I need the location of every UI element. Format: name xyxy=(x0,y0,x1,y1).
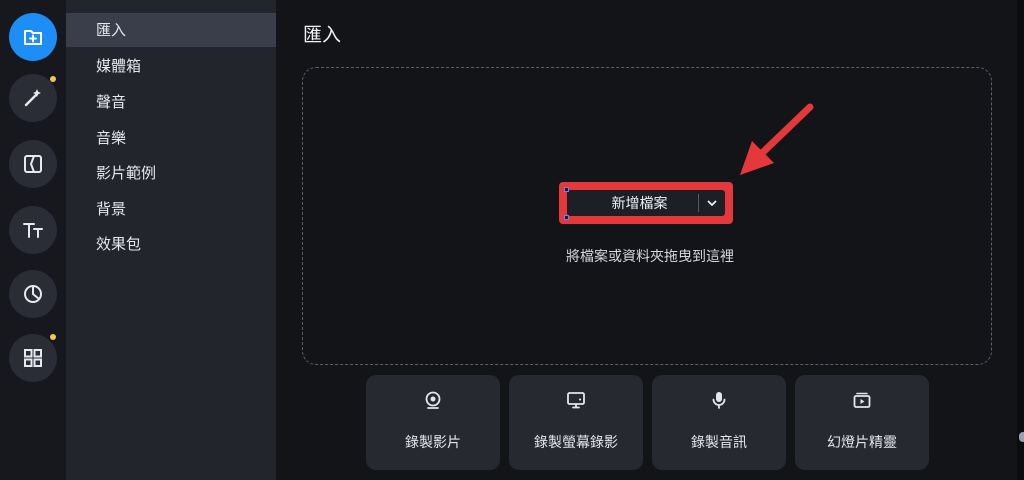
sticker-icon xyxy=(24,285,42,303)
import-icon xyxy=(24,30,42,45)
page-title: 匯入 xyxy=(303,24,342,46)
category-media-bin[interactable]: 媒體箱 xyxy=(66,49,276,83)
slideshow-wizard-label: 幻燈片精靈 xyxy=(827,435,897,451)
red-arrow-annotation xyxy=(740,103,814,175)
rail-effects-button[interactable] xyxy=(9,74,57,122)
transition-icon xyxy=(24,155,42,173)
text-icon xyxy=(23,223,43,238)
slideshow-icon xyxy=(853,392,871,408)
magic-wand-icon xyxy=(24,89,41,107)
selection-handle xyxy=(564,215,569,220)
add-file-highlight: 新增檔案 xyxy=(559,182,733,224)
record-screen-label: 錄製螢幕錄影 xyxy=(534,435,618,451)
window-edge xyxy=(1017,0,1024,480)
add-file-button[interactable]: 新增檔案 xyxy=(567,190,725,216)
new-badge xyxy=(50,334,56,340)
category-panel: 匯入 媒體箱 聲音 音樂 影片範例 背景 效果包 xyxy=(66,0,276,480)
category-backgrounds[interactable]: 背景 xyxy=(66,192,276,226)
tool-rail xyxy=(0,0,66,480)
category-video-samples[interactable]: 影片範例 xyxy=(66,156,276,190)
rail-import-button[interactable] xyxy=(9,13,57,61)
selection-handle xyxy=(564,187,569,192)
record-video-label: 錄製影片 xyxy=(405,435,461,451)
slideshow-wizard-button[interactable]: 幻燈片精靈 xyxy=(795,375,929,470)
rail-stickers-button[interactable] xyxy=(9,270,57,318)
category-music[interactable]: 音樂 xyxy=(66,121,276,155)
microphone-icon xyxy=(712,392,726,409)
rail-transitions-button[interactable] xyxy=(9,140,57,188)
record-video-button[interactable]: 錄製影片 xyxy=(366,375,500,470)
record-audio-button[interactable]: 錄製音訊 xyxy=(652,375,786,470)
add-file-label: 新增檔案 xyxy=(611,196,668,212)
category-sounds[interactable]: 聲音 xyxy=(66,85,276,119)
rail-templates-button[interactable] xyxy=(9,334,57,382)
record-audio-label: 錄製音訊 xyxy=(691,435,747,451)
new-badge xyxy=(50,76,56,82)
category-effect-packs[interactable]: 效果包 xyxy=(66,227,276,261)
scroll-indicator[interactable] xyxy=(1019,432,1024,442)
grid-icon xyxy=(24,349,42,367)
category-import[interactable]: 匯入 xyxy=(66,13,276,47)
drop-hint-text: 將檔案或資料夾拖曳到這裡 xyxy=(566,249,734,265)
add-file-menu-toggle[interactable] xyxy=(699,190,725,216)
webcam-icon xyxy=(425,391,441,409)
rail-text-button[interactable] xyxy=(9,206,57,254)
record-actions: 錄製影片 錄製螢幕錄影 錄製音訊 幻燈片精靈 xyxy=(366,375,936,470)
import-panel: 匯入 新增檔案 將檔案或資料夾拖曳到這裡 錄製影片 錄製螢幕錄影 錄製音訊 幻燈… xyxy=(276,0,1024,480)
record-screen-button[interactable]: 錄製螢幕錄影 xyxy=(509,375,643,470)
chevron-down-icon xyxy=(707,200,717,206)
monitor-icon xyxy=(567,392,585,409)
